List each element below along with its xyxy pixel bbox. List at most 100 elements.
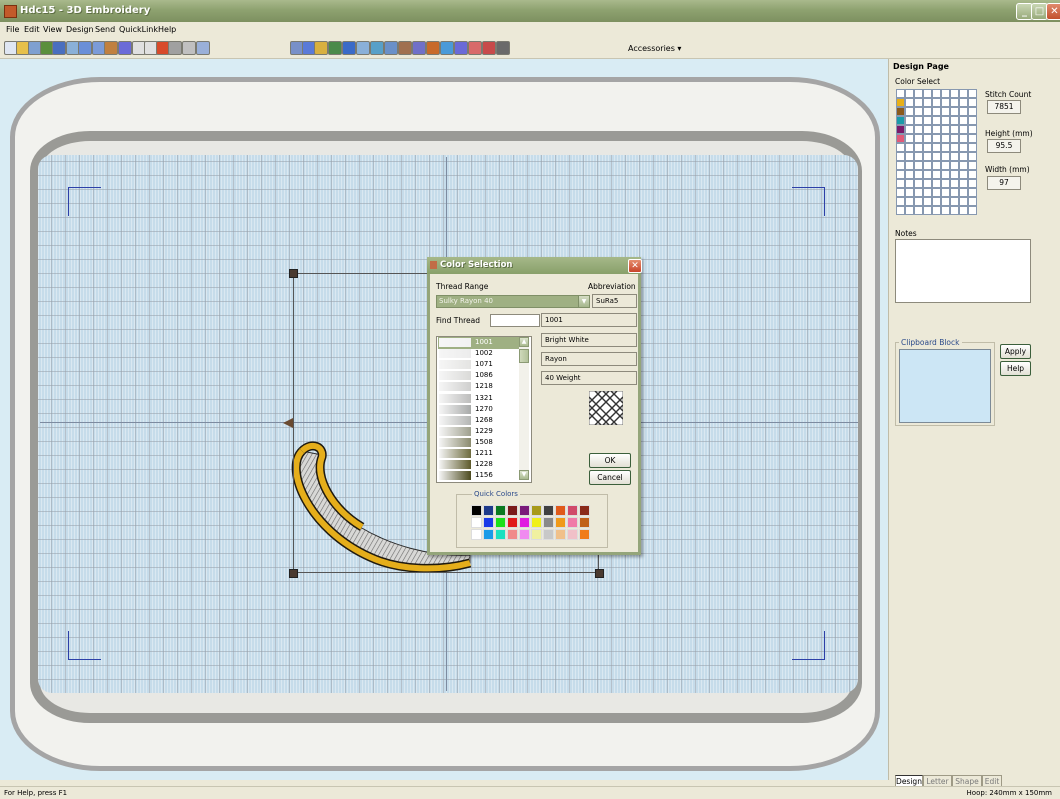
quick-color-swatch[interactable] [579, 505, 590, 516]
color-select-swatch[interactable] [959, 179, 968, 188]
color-select-swatch[interactable] [941, 89, 950, 98]
color-select-swatch[interactable] [959, 170, 968, 179]
color-select-swatch[interactable] [923, 179, 932, 188]
color-select-swatch[interactable] [968, 179, 977, 188]
color-select-swatch[interactable] [932, 107, 941, 116]
thread-list-item[interactable]: 1321 [438, 393, 520, 405]
toolbar-tool-icon[interactable] [454, 41, 468, 55]
color-select-swatch[interactable] [923, 107, 932, 116]
quick-color-swatch[interactable] [495, 505, 506, 516]
toolbar-tool-icon[interactable] [342, 41, 356, 55]
menu-view[interactable]: View [43, 25, 62, 34]
toolbar-tool-icon[interactable] [370, 41, 384, 55]
color-select-swatch[interactable] [941, 125, 950, 134]
dialog-title-bar[interactable]: Color Selection ✕ [427, 257, 642, 274]
quick-color-swatch[interactable] [579, 529, 590, 540]
thread-list-item[interactable]: 1156 [438, 470, 520, 482]
quick-color-swatch[interactable] [555, 505, 566, 516]
color-select-swatch[interactable] [932, 206, 941, 215]
color-select-swatch[interactable] [905, 134, 914, 143]
color-select-swatch[interactable] [950, 89, 959, 98]
color-select-swatch[interactable] [914, 134, 923, 143]
color-select-swatch[interactable] [941, 152, 950, 161]
quick-color-swatch[interactable] [483, 529, 494, 540]
color-select-swatch[interactable] [914, 197, 923, 206]
color-select-swatch[interactable] [968, 116, 977, 125]
quick-color-swatch[interactable] [519, 505, 530, 516]
color-select-swatch[interactable] [923, 152, 932, 161]
thread-list-scrollbar[interactable]: ▲ ▼ [519, 337, 529, 480]
color-select-swatch[interactable] [896, 125, 905, 134]
toolbar-tool-icon[interactable] [356, 41, 370, 55]
toolbar-tool-icon[interactable] [52, 41, 66, 55]
quick-color-swatch[interactable] [543, 517, 554, 528]
color-select-swatch[interactable] [950, 179, 959, 188]
quick-color-swatch[interactable] [507, 505, 518, 516]
color-select-swatch[interactable] [950, 107, 959, 116]
color-select-swatch[interactable] [959, 143, 968, 152]
toolbar-tool-icon[interactable] [196, 41, 210, 55]
color-select-swatch[interactable] [932, 98, 941, 107]
color-select-swatch[interactable] [914, 161, 923, 170]
color-select-swatch[interactable] [950, 170, 959, 179]
resize-handle[interactable] [289, 269, 298, 278]
color-select-swatch[interactable] [896, 134, 905, 143]
color-select-swatch[interactable] [959, 188, 968, 197]
color-select-swatch[interactable] [968, 170, 977, 179]
quick-color-swatch[interactable] [507, 529, 518, 540]
color-select-swatch[interactable] [914, 206, 923, 215]
thread-list-item[interactable]: 1211 [438, 448, 520, 460]
color-select-swatch[interactable] [941, 98, 950, 107]
dialog-close-button[interactable]: ✕ [628, 259, 642, 273]
color-select-swatch[interactable] [950, 206, 959, 215]
color-select-swatch[interactable] [941, 197, 950, 206]
quick-color-swatch[interactable] [471, 517, 482, 528]
color-select-swatch[interactable] [968, 206, 977, 215]
color-select-swatch[interactable] [941, 143, 950, 152]
color-select-swatch[interactable] [896, 179, 905, 188]
color-select-swatch[interactable] [914, 107, 923, 116]
color-select-swatch[interactable] [959, 98, 968, 107]
color-select-swatch[interactable] [923, 125, 932, 134]
color-select-swatch[interactable] [941, 107, 950, 116]
color-select-swatch[interactable] [896, 206, 905, 215]
color-select-swatch[interactable] [923, 98, 932, 107]
color-select-swatch[interactable] [932, 125, 941, 134]
color-select-swatch[interactable] [896, 143, 905, 152]
toolbar-tool-icon[interactable] [384, 41, 398, 55]
color-select-swatch[interactable] [932, 134, 941, 143]
toolbar-tool-icon[interactable] [398, 41, 412, 55]
thread-list-item[interactable]: 1086 [438, 370, 520, 382]
color-select-swatch[interactable] [950, 197, 959, 206]
scroll-down-icon[interactable]: ▼ [519, 470, 529, 480]
thread-list-item[interactable]: 1001 [438, 337, 520, 349]
color-select-swatch[interactable] [932, 143, 941, 152]
color-select-swatch[interactable] [914, 125, 923, 134]
color-select-swatch[interactable] [914, 116, 923, 125]
color-select-swatch[interactable] [905, 116, 914, 125]
color-select-swatch[interactable] [905, 89, 914, 98]
color-select-swatch[interactable] [968, 125, 977, 134]
color-select-swatch[interactable] [905, 206, 914, 215]
thread-list[interactable]: 1001 1002 1071 1086 1218 1321 1270 1268 1229 1508… [436, 336, 532, 483]
color-select-swatch[interactable] [905, 179, 914, 188]
color-select-swatch[interactable] [968, 197, 977, 206]
color-select-swatch[interactable] [932, 161, 941, 170]
toolbar-tool-icon[interactable] [182, 41, 196, 55]
thread-list-item[interactable]: 1228 [438, 459, 520, 471]
color-select-swatch[interactable] [896, 170, 905, 179]
color-select-swatch[interactable] [923, 116, 932, 125]
color-select-swatch[interactable] [914, 179, 923, 188]
toolbar-tool-icon[interactable] [118, 41, 132, 55]
color-select-swatch[interactable] [959, 152, 968, 161]
toolbar-tool-icon[interactable] [314, 41, 328, 55]
color-select-swatch[interactable] [950, 125, 959, 134]
thread-list-item[interactable]: 1071 [438, 359, 520, 371]
quick-color-swatch[interactable] [543, 529, 554, 540]
quick-color-swatch[interactable] [567, 505, 578, 516]
color-select-swatch[interactable] [923, 161, 932, 170]
quick-color-swatch[interactable] [567, 529, 578, 540]
toolbar-tool-icon[interactable] [496, 41, 510, 55]
quick-color-swatch[interactable] [543, 505, 554, 516]
color-select-swatch[interactable] [959, 116, 968, 125]
